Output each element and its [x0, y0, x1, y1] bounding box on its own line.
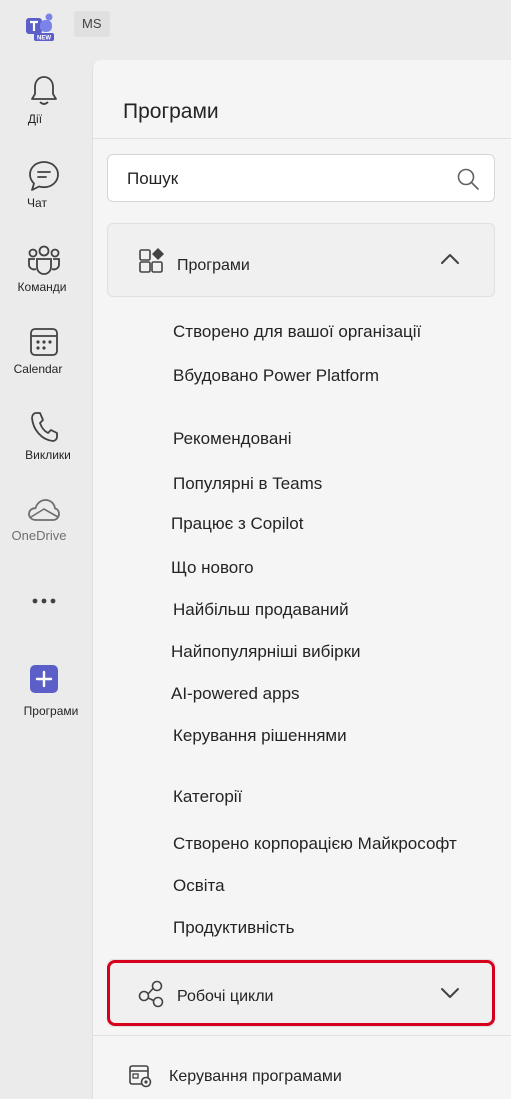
divider [93, 1035, 511, 1036]
page-title: Програми [123, 100, 219, 123]
rail-item-onedrive[interactable]: OneDrive [0, 496, 88, 543]
manage-apps-link[interactable]: Керування програмами [169, 1068, 342, 1086]
chat-icon [29, 161, 59, 191]
cloud-icon [28, 499, 60, 521]
calendar-icon [30, 328, 58, 356]
app-rail: Дії Чат Команди Calendar Виклики OneDriv… [0, 60, 88, 1099]
apps-section-header[interactable]: Програми [107, 223, 495, 297]
rail-item-apps[interactable]: Програми [0, 664, 88, 718]
nav-education[interactable]: Освіта [173, 876, 225, 896]
search-icon[interactable] [456, 167, 480, 191]
divider [93, 138, 511, 139]
search-input[interactable]: Пошук [107, 154, 495, 202]
more-apps-button[interactable] [0, 596, 88, 606]
apps-panel: Програми Пошук Програми Створено для ваш… [92, 60, 511, 1099]
teams-icon [28, 245, 60, 275]
more-icon [32, 598, 56, 604]
new-badge: NEW [37, 36, 51, 42]
nav-productivity[interactable]: Продуктивність [173, 918, 294, 938]
rail-item-activity[interactable]: Дії [0, 74, 88, 126]
nav-built-for-org[interactable]: Створено для вашої організації [173, 322, 421, 342]
nav-works-with-copilot[interactable]: Працює з Copilot [171, 514, 303, 534]
teams-logo-icon: NEW [24, 12, 58, 42]
search-placeholder: Пошук [127, 169, 179, 188]
rail-label-calendar: Calendar [13, 362, 63, 376]
nav-recommended[interactable]: Рекомендовані [173, 429, 292, 449]
rail-label-apps: Програми [23, 704, 79, 718]
nav-popular-in-teams[interactable]: Популярні в Teams [173, 474, 322, 494]
manage-apps-icon [129, 1065, 152, 1088]
nav-whats-new[interactable]: Що нового [171, 558, 254, 578]
phone-icon [31, 412, 58, 442]
chevron-up-icon[interactable] [440, 252, 460, 266]
nav-categories[interactable]: Категорії [173, 787, 242, 807]
bell-icon [31, 76, 57, 105]
nav-manage-solutions[interactable]: Керування рішеннями [173, 726, 347, 746]
rail-label-calls: Виклики [25, 448, 71, 462]
rail-item-chat[interactable]: Чат [0, 160, 88, 210]
nav-top-selling[interactable]: Найбільш продаваний [173, 600, 349, 620]
rail-item-calendar[interactable]: Calendar [0, 326, 88, 376]
nav-ai-powered-apps[interactable]: AI-powered apps [171, 684, 300, 704]
rail-label-chat: Чат [27, 196, 47, 210]
add-apps-icon [30, 665, 58, 693]
rail-label-activity: Дії [27, 112, 43, 126]
apps-grid-icon [139, 248, 164, 273]
title-bar: NEW MS [0, 0, 511, 60]
highlight-outline [107, 960, 495, 1026]
rail-label-teams: Команди [17, 280, 67, 294]
rail-label-onedrive: OneDrive [11, 528, 67, 543]
rail-item-teams[interactable]: Команди [0, 244, 88, 294]
apps-section-label: Програми [177, 257, 250, 274]
nav-built-with-power-platform[interactable]: Вбудовано Power Platform [173, 366, 379, 386]
nav-top-picks[interactable]: Найпопулярніші вибірки [171, 642, 361, 662]
nav-built-by-microsoft[interactable]: Створено корпорацією Майкрософт [173, 834, 457, 854]
user-initials-badge[interactable]: MS [74, 11, 110, 37]
rail-item-calls[interactable]: Виклики [0, 410, 88, 462]
